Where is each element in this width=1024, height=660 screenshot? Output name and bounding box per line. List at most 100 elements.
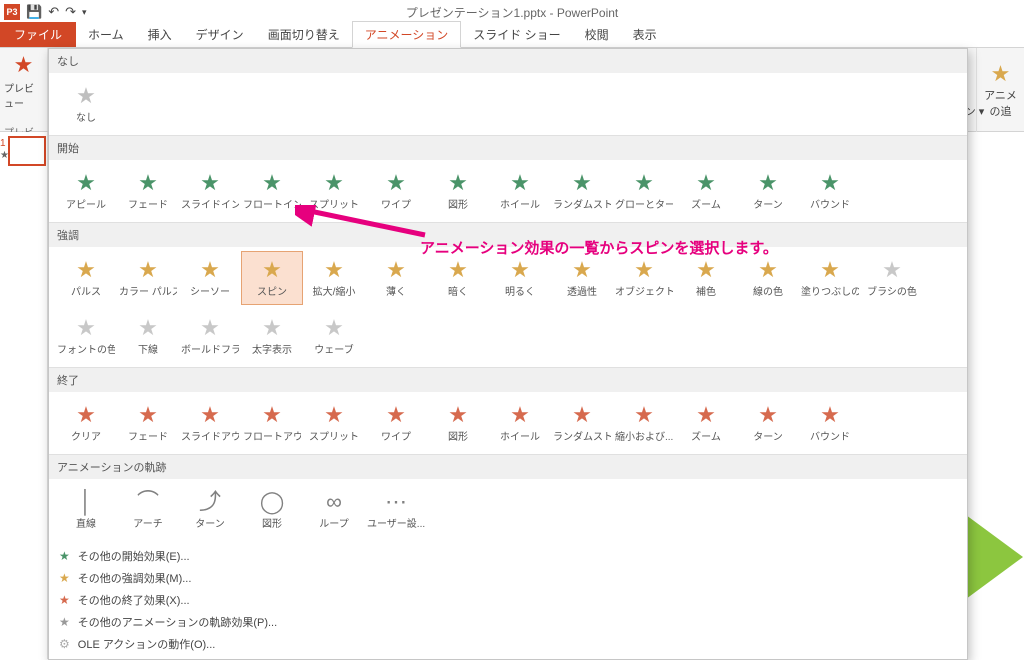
- star-icon: ★: [324, 317, 344, 339]
- anim-縮小および...[interactable]: ★縮小および...: [613, 396, 675, 450]
- anim-塗りつぶしの色[interactable]: ★塗りつぶしの色: [799, 251, 861, 305]
- more-OLE アクションの動作(O)...[interactable]: ⚙OLE アクションの動作(O)...: [49, 633, 967, 655]
- anim-薄く[interactable]: ★薄く: [365, 251, 427, 305]
- anim-線の色[interactable]: ★線の色: [737, 251, 799, 305]
- anim-バウンド[interactable]: ★バウンド: [799, 164, 861, 218]
- star-icon: ★: [200, 404, 220, 426]
- anim-オブジェクト ...[interactable]: ★オブジェクト ...: [613, 251, 675, 305]
- anim-アーチ[interactable]: ⌒アーチ: [117, 483, 179, 537]
- anim-label: 図形: [429, 428, 487, 443]
- tab-file[interactable]: ファイル: [0, 22, 76, 47]
- star-icon: ★: [76, 317, 96, 339]
- anim-ズーム[interactable]: ★ズーム: [675, 396, 737, 450]
- undo-icon[interactable]: ↶: [48, 4, 59, 20]
- anim-ワイプ[interactable]: ★ワイプ: [365, 396, 427, 450]
- tab-slideshow[interactable]: スライド ショー: [461, 22, 572, 47]
- more-その他のアニメーションの軌跡効果(P)...[interactable]: ★その他のアニメーションの軌跡効果(P)...: [49, 611, 967, 633]
- star-icon: ★: [758, 404, 778, 426]
- anim-カラー パルス[interactable]: ★カラー パルス: [117, 251, 179, 305]
- anim-グローとターン[interactable]: ★グローとターン: [613, 164, 675, 218]
- tab-review[interactable]: 校閲: [573, 22, 621, 47]
- anim-ブラシの色[interactable]: ★ブラシの色: [861, 251, 923, 305]
- more-その他の終了効果(X)...[interactable]: ★その他の終了効果(X)...: [49, 589, 967, 611]
- anim-図形[interactable]: ★図形: [427, 396, 489, 450]
- preview-label: プレビュー: [4, 80, 43, 110]
- star-icon: ★: [262, 317, 282, 339]
- star-icon: ★: [59, 615, 70, 629]
- preview-group[interactable]: ★ プレビュー プレビュー: [0, 48, 48, 131]
- star-icon: ★: [59, 549, 70, 563]
- tab-insert[interactable]: 挿入: [136, 22, 184, 47]
- star-icon: ★: [76, 172, 96, 194]
- anim-label: カラー パルス: [119, 283, 177, 298]
- anim-拡大/縮小[interactable]: ★拡大/縮小: [303, 251, 365, 305]
- anim-ホイール[interactable]: ★ホイール: [489, 164, 551, 218]
- anim-バウンド[interactable]: ★バウンド: [799, 396, 861, 450]
- redo-icon[interactable]: ↷: [65, 4, 76, 20]
- anim-label: アピール: [57, 196, 115, 211]
- anim-フロートアウト[interactable]: ★フロートアウト: [241, 396, 303, 450]
- anim-フロートイン[interactable]: ★フロートイン: [241, 164, 303, 218]
- add-animation-button[interactable]: ★ アニメ の追: [976, 48, 1024, 132]
- anim-ウェーブ[interactable]: ★ウェーブ: [303, 309, 365, 363]
- anim-ユーザー設...[interactable]: ⋯ユーザー設...: [365, 483, 427, 537]
- tab-animations[interactable]: アニメーション: [352, 21, 462, 48]
- anim-なし[interactable]: ★なし: [55, 77, 117, 131]
- anim-直線[interactable]: │直線: [55, 483, 117, 537]
- section-exit: 終了: [49, 367, 967, 392]
- star-icon: ∞: [326, 491, 342, 513]
- anim-ズーム[interactable]: ★ズーム: [675, 164, 737, 218]
- tab-design[interactable]: デザイン: [184, 22, 256, 47]
- anim-明るく[interactable]: ★明るく: [489, 251, 551, 305]
- anim-アピール[interactable]: ★ アピール: [55, 164, 117, 218]
- anim-図形[interactable]: ◯図形: [241, 483, 303, 537]
- tab-view[interactable]: 表示: [621, 22, 669, 47]
- anim-スプリット[interactable]: ★スプリット: [303, 396, 365, 450]
- qat-dropdown-icon[interactable]: ▾: [82, 7, 87, 18]
- anim-パルス[interactable]: ★パルス: [55, 251, 117, 305]
- anim-ボールドフラ...[interactable]: ★ボールドフラ...: [179, 309, 241, 363]
- more-その他の強調効果(M)...[interactable]: ★その他の強調効果(M)...: [49, 567, 967, 589]
- anim-補色[interactable]: ★補色: [675, 251, 737, 305]
- star-icon: ★: [386, 259, 406, 281]
- anim-スライドアウト[interactable]: ★スライドアウト: [179, 396, 241, 450]
- anim-フェード[interactable]: ★フェード: [117, 396, 179, 450]
- anim-透過性[interactable]: ★透過性: [551, 251, 613, 305]
- anim-フェード[interactable]: ★フェード: [117, 164, 179, 218]
- star-icon: ◯: [260, 491, 285, 513]
- star-icon: ★: [696, 259, 716, 281]
- anim-暗く[interactable]: ★暗く: [427, 251, 489, 305]
- anim-フォントの色[interactable]: ★フォントの色: [55, 309, 117, 363]
- anim-シーソー[interactable]: ★シーソー: [179, 251, 241, 305]
- anim-クリア[interactable]: ★クリア: [55, 396, 117, 450]
- anim-ターン[interactable]: ★ターン: [737, 396, 799, 450]
- more-その他の開始効果(E)...[interactable]: ★その他の開始効果(E)...: [49, 545, 967, 567]
- section-entrance: 開始: [49, 135, 967, 160]
- anim-label: 縮小および...: [615, 428, 673, 443]
- anim-スライドイン[interactable]: ★スライドイン: [179, 164, 241, 218]
- anim-ランダムスト...[interactable]: ★ランダムスト...: [551, 164, 613, 218]
- anim-ランダムスト...[interactable]: ★ランダムスト...: [551, 396, 613, 450]
- star-icon: ⌒: [137, 491, 159, 513]
- star-icon: ★: [572, 172, 592, 194]
- anim-太字表示[interactable]: ★太字表示: [241, 309, 303, 363]
- slide-thumbnails: 1 ★: [0, 132, 48, 659]
- section-none: なし: [49, 49, 967, 73]
- anim-ターン[interactable]: ⤴ターン: [179, 483, 241, 537]
- anim-label: パルス: [57, 283, 115, 298]
- anim-ターン[interactable]: ★ターン: [737, 164, 799, 218]
- save-icon[interactable]: 💾: [26, 4, 42, 20]
- anim-label: ホイール: [491, 428, 549, 443]
- anim-label: 下線: [119, 341, 177, 356]
- slide-thumbnail-1[interactable]: 1 ★: [8, 136, 46, 166]
- anim-ループ[interactable]: ∞ループ: [303, 483, 365, 537]
- anim-下線[interactable]: ★下線: [117, 309, 179, 363]
- tab-transitions[interactable]: 画面切り替え: [256, 22, 352, 47]
- star-icon: ★: [448, 259, 468, 281]
- star-icon: ★: [138, 404, 158, 426]
- anim-ホイール[interactable]: ★ホイール: [489, 396, 551, 450]
- star-icon: ★: [572, 259, 592, 281]
- anim-図形[interactable]: ★図形: [427, 164, 489, 218]
- anim-スピン[interactable]: ★スピン: [241, 251, 303, 305]
- tab-home[interactable]: ホーム: [76, 22, 136, 47]
